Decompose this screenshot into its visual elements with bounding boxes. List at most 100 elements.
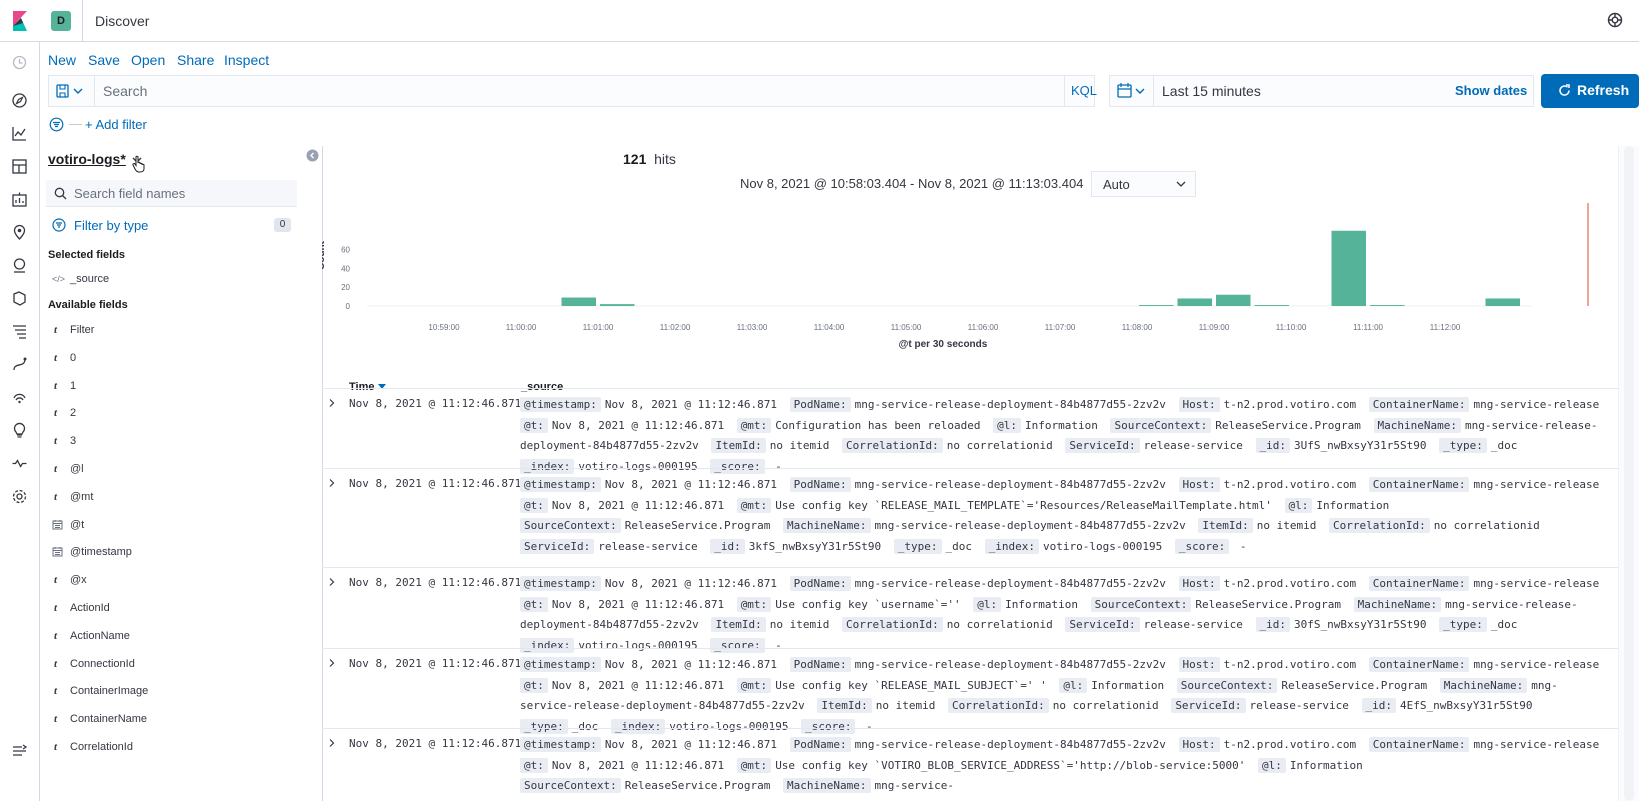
- share-button[interactable]: Share: [177, 52, 214, 68]
- ml-icon[interactable]: [11, 257, 28, 274]
- source-field-key: @l:: [973, 596, 1002, 612]
- expand-row-icon[interactable]: [328, 479, 336, 487]
- field-item[interactable]: t2: [52, 405, 292, 423]
- field-item[interactable]: t1: [52, 378, 292, 396]
- field-item[interactable]: @t: [52, 517, 292, 535]
- show-dates-button[interactable]: Show dates: [1455, 83, 1527, 98]
- interval-select[interactable]: Auto: [1091, 171, 1196, 197]
- search-input[interactable]: [103, 76, 1003, 106]
- string-type-icon: t: [54, 351, 58, 364]
- field-item[interactable]: t CorrelationId: [52, 739, 292, 757]
- field-item[interactable]: t0: [52, 350, 292, 368]
- space-avatar[interactable]: D: [51, 11, 71, 31]
- query-language-button[interactable]: KQL: [1071, 83, 1097, 98]
- quick-select-button[interactable]: [1110, 76, 1154, 106]
- apm-icon[interactable]: [11, 356, 28, 373]
- field-item[interactable]: t ConnectionId: [52, 656, 292, 674]
- source-field-key: ServiceId:: [1065, 438, 1140, 453]
- collapse-sidebar-icon[interactable]: [306, 149, 319, 162]
- field-search-input[interactable]: [74, 180, 289, 206]
- field-item[interactable]: t @x: [52, 572, 292, 590]
- source-field: SourceContext: ReleaseService.Program: [1176, 677, 1433, 693]
- source-field-key: PodName:: [789, 397, 851, 412]
- visualize-chart-icon[interactable]: [11, 125, 28, 142]
- canvas-icon[interactable]: [11, 191, 28, 208]
- field-item[interactable]: t ActionName: [52, 628, 292, 646]
- field-name: _source: [70, 273, 110, 285]
- discover-compass-icon[interactable]: [11, 92, 28, 109]
- source-field-value: ReleaseService.Program: [1195, 597, 1342, 611]
- help-icon[interactable]: [1607, 12, 1623, 28]
- source-field-value: mng-service-release-deployment-84b4877d5…: [854, 398, 1166, 411]
- string-type-icon: t: [54, 657, 58, 670]
- y-axis-label: Count: [322, 240, 327, 270]
- add-filter-button[interactable]: + Add filter: [85, 117, 147, 132]
- refresh-button[interactable]: Refresh: [1541, 74, 1639, 108]
- field-item[interactable]: t ContainerImage: [52, 683, 292, 701]
- inspect-button[interactable]: Inspect: [224, 52, 269, 68]
- interval-value: Auto: [1103, 177, 1130, 192]
- source-field: @l: Information: [993, 417, 1104, 433]
- filter-options-icon[interactable]: [49, 117, 64, 132]
- index-pattern-selector[interactable]: votiro-logs*: [48, 151, 126, 167]
- expand-row-icon[interactable]: [328, 659, 336, 667]
- source-field-key: ContainerName:: [1368, 737, 1470, 752]
- field-item[interactable]: t ContainerName: [52, 711, 292, 729]
- source-field: CorrelationId: no correlationid: [842, 617, 1059, 632]
- x-tick-label: 11:09:00: [1199, 323, 1230, 332]
- field-name: ActionId: [70, 602, 110, 614]
- open-button[interactable]: Open: [131, 52, 165, 68]
- collapse-menu-icon[interactable]: [11, 742, 28, 759]
- source-field-key: SourceContext:: [1090, 596, 1192, 612]
- field-item[interactable]: t @mt: [52, 489, 292, 507]
- row-source: @timestamp: Nov 8, 2021 @ 11:12:46.871 Po…: [520, 655, 1606, 737]
- new-button[interactable]: New: [48, 52, 76, 68]
- source-field: @mt: Use config key `RELEASE_MAIL_TEMPLAT…: [736, 497, 1278, 513]
- scroll-thumb[interactable]: [1624, 146, 1634, 801]
- source-field-value: no itemid: [1256, 519, 1317, 532]
- date-range-label[interactable]: Last 15 minutes: [1162, 83, 1261, 99]
- logs-icon[interactable]: [11, 323, 28, 340]
- source-field-value: Nov 8, 2021 @ 11:12:46.871: [551, 418, 725, 432]
- dashboard-icon[interactable]: [11, 158, 28, 175]
- source-field-value: mng-service-release-deployment-84b4877d5…: [854, 738, 1166, 751]
- expand-row-icon[interactable]: [328, 739, 336, 747]
- row-source: @timestamp: Nov 8, 2021 @ 11:12:46.871 Po…: [520, 574, 1606, 656]
- field-item[interactable]: t3: [52, 433, 292, 451]
- source-field-key: ServiceId:: [1065, 617, 1140, 632]
- source-field-key: PodName:: [789, 737, 851, 752]
- scrollbar[interactable]: [1618, 146, 1639, 801]
- source-field-key: @timestamp:: [520, 397, 601, 412]
- source-field-key: _id:: [1361, 698, 1397, 713]
- field-item[interactable]: </> _source: [52, 271, 292, 289]
- maps-pin-icon[interactable]: [11, 224, 28, 241]
- siem-bulb-icon[interactable]: [11, 422, 28, 439]
- kibana-logo-icon[interactable]: [10, 11, 30, 31]
- field-item[interactable]: t ActionId: [52, 600, 292, 618]
- monitoring-heartbeat-icon[interactable]: [11, 455, 28, 472]
- refresh-label: Refresh: [1577, 82, 1630, 98]
- source-code-icon: </>: [52, 274, 66, 284]
- recent-clock-icon[interactable]: [11, 54, 28, 71]
- uptime-icon[interactable]: [11, 389, 28, 406]
- save-button[interactable]: Save: [88, 52, 120, 68]
- y-tick-label: 20: [341, 283, 350, 292]
- source-field-value: mng-service-release: [1473, 478, 1600, 491]
- management-gear-icon[interactable]: [11, 488, 28, 505]
- filter-by-type-icon[interactable]: [52, 218, 66, 232]
- field-item[interactable]: t @l: [52, 461, 292, 479]
- field-item[interactable]: @timestamp: [52, 544, 292, 562]
- infrastructure-icon[interactable]: [11, 290, 28, 307]
- available-fields-heading: Available fields: [48, 299, 128, 311]
- source-field: ServiceId: release-service: [1171, 698, 1355, 713]
- expand-row-icon[interactable]: [328, 399, 336, 407]
- source-field-key: MachineName:: [783, 518, 871, 533]
- expand-row-icon[interactable]: [328, 578, 336, 586]
- field-name: @x: [70, 574, 87, 587]
- source-field-value: Configuration has been reloaded: [775, 418, 981, 432]
- source-field-key: SourceContext:: [1110, 417, 1212, 433]
- filter-by-type-button[interactable]: Filter by type: [74, 218, 148, 233]
- source-field: Host: t-n2.prod.votiro.com: [1178, 737, 1363, 752]
- field-item[interactable]: t Filter: [52, 322, 292, 340]
- saved-queries-button[interactable]: [49, 76, 95, 106]
